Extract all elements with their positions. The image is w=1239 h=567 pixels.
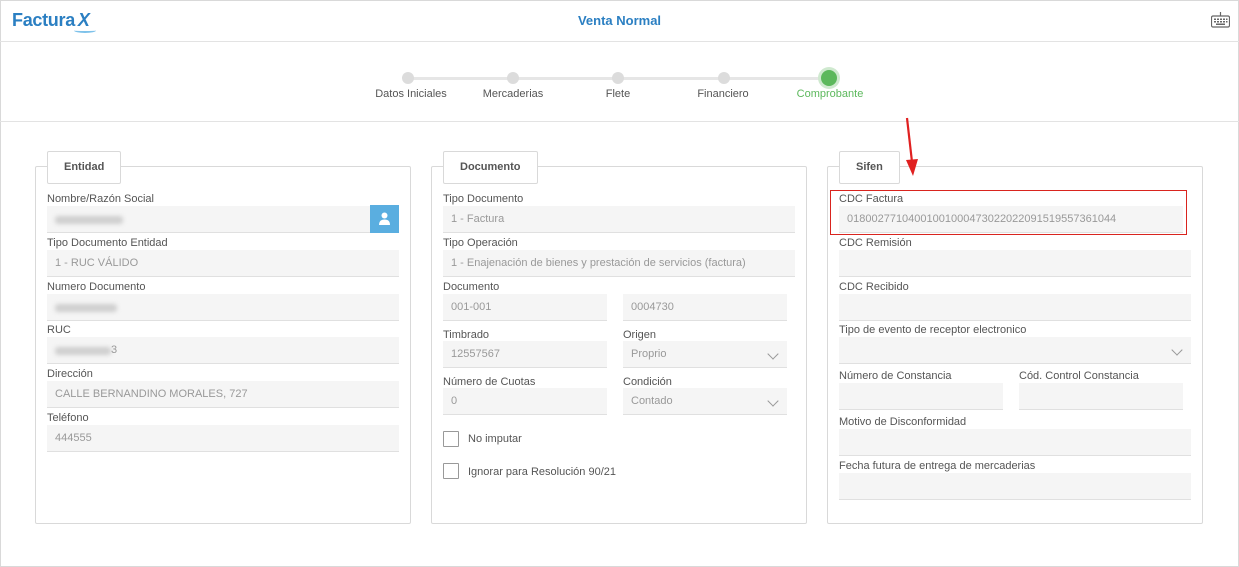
cod-control-label: Cód. Control Constancia <box>1019 370 1139 382</box>
redacted-value <box>55 347 111 355</box>
redacted-value <box>55 304 117 312</box>
tipo-documento-label: Tipo Documento <box>443 193 524 205</box>
direccion-label: Dirección <box>47 368 93 380</box>
numero-doc-label: Numero Documento <box>47 281 146 293</box>
ruc-label: RUC <box>47 324 71 336</box>
top-header: Factura X Venta Normal <box>0 0 1239 42</box>
step-label-datos-iniciales[interactable]: Datos Iniciales <box>356 88 466 100</box>
condicion-select[interactable]: Contado <box>623 388 787 415</box>
fecha-futura-label: Fecha futura de entrega de mercaderias <box>839 460 1036 472</box>
step-dot-financiero[interactable] <box>718 72 730 84</box>
step-dot-flete[interactable] <box>612 72 624 84</box>
timbrado-label: Timbrado <box>443 329 490 341</box>
step-dot-datos-iniciales[interactable] <box>402 72 414 84</box>
documento-tab[interactable]: Documento <box>443 151 538 184</box>
tipo-operacion-field[interactable]: 1 - Enajenación de bienes y prestación d… <box>443 250 795 277</box>
no-imputar-label[interactable]: No imputar <box>468 433 522 445</box>
telefono-field[interactable]: 444555 <box>47 425 399 452</box>
direccion-field[interactable]: CALLE BERNANDINO MORALES, 727 <box>47 381 399 408</box>
cdc-highlight-box <box>830 190 1187 235</box>
cuotas-label: Número de Cuotas <box>443 376 536 388</box>
annotation-arrow-icon <box>905 117 918 176</box>
select-entity-button[interactable] <box>370 205 399 233</box>
ignorar-resolucion-label[interactable]: Ignorar para Resolución 90/21 <box>468 466 616 478</box>
documento-serie-field[interactable]: 001-001 <box>443 294 607 321</box>
telefono-label: Teléfono <box>47 412 89 424</box>
cdc-remision-label: CDC Remisión <box>839 237 912 249</box>
cdc-recibido-label: CDC Recibido <box>839 281 909 293</box>
entidad-tab[interactable]: Entidad <box>47 151 122 184</box>
motivo-field[interactable] <box>839 429 1191 456</box>
step-dot-comprobante[interactable] <box>821 70 837 86</box>
numero-doc-field[interactable] <box>47 294 399 321</box>
condicion-label: Condición <box>623 376 672 388</box>
sifen-tab[interactable]: Sifen <box>839 151 900 184</box>
page-title: Venta Normal <box>577 13 662 28</box>
keyboard-icon[interactable] <box>1211 12 1230 28</box>
tipo-doc-entidad-label: Tipo Documento Entidad <box>47 237 168 249</box>
step-label-financiero[interactable]: Financiero <box>668 88 778 100</box>
documento-label: Documento <box>443 281 500 293</box>
chevron-down-icon <box>767 395 779 407</box>
chevron-down-icon <box>1171 344 1183 356</box>
ruc-field[interactable]: 3 <box>47 337 399 364</box>
condicion-value: Contado <box>631 395 673 407</box>
step-dot-mercaderias[interactable] <box>507 72 519 84</box>
cdc-remision-field[interactable] <box>839 250 1191 277</box>
numero-constancia-field[interactable] <box>839 383 1003 410</box>
no-imputar-checkbox[interactable] <box>443 431 459 447</box>
numero-constancia-label: Número de Constancia <box>839 370 952 382</box>
tipo-documento-field[interactable]: 1 - Factura <box>443 206 795 233</box>
ruc-check-digit: 3 <box>111 344 118 356</box>
tipo-evento-select[interactable] <box>839 337 1191 364</box>
chevron-down-icon <box>767 348 779 360</box>
ignorar-resolucion-checkbox[interactable] <box>443 463 459 479</box>
cod-control-field[interactable] <box>1019 383 1183 410</box>
redacted-value <box>55 216 123 224</box>
tipo-evento-label: Tipo de evento de receptor electronico <box>839 324 1027 336</box>
tipo-operacion-label: Tipo Operación <box>443 237 518 249</box>
wizard-stepper: Datos Iniciales Mercaderias Flete Financ… <box>0 42 1239 122</box>
step-label-flete[interactable]: Flete <box>563 88 673 100</box>
origen-value: Proprio <box>631 348 667 360</box>
origen-label: Origen <box>623 329 657 341</box>
user-icon <box>379 212 390 225</box>
tipo-doc-entidad-field[interactable]: 1 - RUC VÁLIDO <box>47 250 399 277</box>
timbrado-field[interactable]: 12557567 <box>443 341 607 368</box>
motivo-label: Motivo de Disconformidad <box>839 416 967 428</box>
cuotas-field[interactable]: 0 <box>443 388 607 415</box>
fecha-futura-field[interactable] <box>839 473 1191 500</box>
origen-select[interactable]: Proprio <box>623 341 787 368</box>
nombre-field[interactable] <box>47 206 370 233</box>
step-label-mercaderias[interactable]: Mercaderias <box>458 88 568 100</box>
cdc-recibido-field[interactable] <box>839 294 1191 321</box>
documento-numero-field[interactable]: 0004730 <box>623 294 787 321</box>
nombre-label: Nombre/Razón Social <box>47 193 154 205</box>
step-label-comprobante[interactable]: Comprobante <box>775 88 885 100</box>
